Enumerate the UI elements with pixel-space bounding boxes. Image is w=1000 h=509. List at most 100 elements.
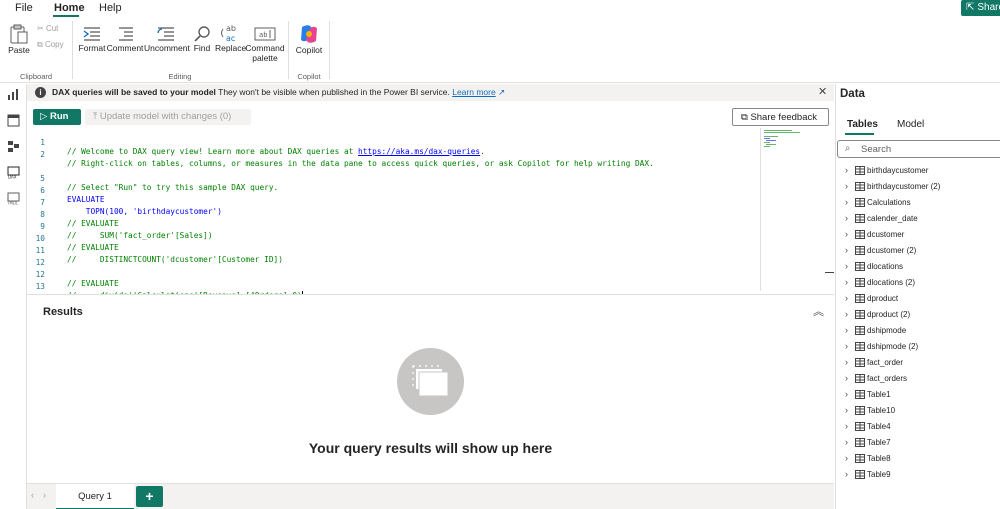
table-list-item[interactable]: › dcustomer [836,227,1000,243]
chevron-right-icon[interactable]: › [845,421,848,431]
dax-query-view-icon[interactable]: DAX [7,166,20,179]
table-list-item[interactable]: › Table4 [836,419,1000,435]
table-view-icon[interactable] [7,114,20,127]
command-palette-icon: ab [254,27,276,41]
search-input[interactable]: ⌕ Search [837,140,1000,158]
chevron-right-icon[interactable]: › [845,197,848,207]
table-icon [855,422,865,431]
comment-button[interactable]: Comment [106,25,144,53]
chevron-right-icon[interactable]: › [845,165,848,175]
table-name: Table7 [867,438,891,447]
menu-help[interactable]: Help [99,2,122,14]
format-button[interactable]: Format [78,25,106,53]
code-line: 7 TOPN(100, 'birthdaycustomer') [40,198,222,216]
chevron-right-icon[interactable]: › [845,469,848,479]
chevron-right-icon[interactable]: › [845,325,848,335]
tab-model[interactable]: Model [897,119,924,130]
share-button[interactable]: ⇱Share [961,0,1000,16]
table-list-item[interactable]: › birthdaycustomer [836,163,1000,179]
table-list-item[interactable]: › Calculations [836,195,1000,211]
run-button[interactable]: ▷ Run [33,109,81,125]
table-list-item[interactable]: › dproduct [836,291,1000,307]
chevron-right-icon[interactable]: › [845,229,848,239]
table-list-item[interactable]: › fact_orders [836,371,1000,387]
tab-scroll-left-icon[interactable]: ‹ [31,490,34,500]
share-feedback-button[interactable]: ⧉ Share feedback [732,108,829,126]
code-line: 10 // EVALUATE [35,234,119,252]
chevron-right-icon[interactable]: › [845,341,848,351]
table-list-item[interactable]: › Table1 [836,387,1000,403]
tab-query-1[interactable]: Query 1 [56,484,134,509]
find-button[interactable]: Find [190,25,214,53]
report-view-icon[interactable] [7,88,20,101]
copy-button[interactable]: ⧉ Copy [37,40,64,50]
tmdl-view-icon[interactable]: TMDL [7,192,20,205]
menu-home[interactable]: Home [54,2,85,14]
table-icon [855,262,865,271]
model-view-icon[interactable] [7,140,20,153]
cut-button[interactable]: ✂ Cut [37,24,58,33]
chevron-right-icon[interactable]: › [845,277,848,287]
menu-file[interactable]: File [15,2,33,14]
add-query-button[interactable]: + [136,486,163,507]
copilot-button[interactable]: Copilot [294,23,324,55]
table-name: birthdaycustomer (2) [867,182,941,191]
data-pane: Data Tables Model ⌕ Search › birthdaycust… [835,84,1000,509]
chevron-right-icon[interactable]: › [845,405,848,415]
table-list-item[interactable]: › dshipmode [836,323,1000,339]
chevron-right-icon[interactable]: › [845,261,848,271]
collapse-icon[interactable]: ︽ [813,303,824,319]
code-line: 11 // DISTINCTCOUNT('dcustomer'[Customer… [35,246,283,264]
tab-tables[interactable]: Tables [847,119,878,130]
table-list-item[interactable]: › birthdaycustomer (2) [836,179,1000,195]
paste-button[interactable]: Paste [6,23,32,55]
table-icon [855,310,865,319]
copy-icon: ⧉ [37,40,43,49]
table-name: Calculations [867,198,911,207]
svg-text:DAX: DAX [8,175,17,180]
share-icon: ⇱ [966,2,975,13]
close-icon[interactable]: ✕ [818,85,827,98]
editor-minimap[interactable] [760,128,825,291]
update-model-button[interactable]: ⤒ Update model with changes (0) [85,109,251,125]
table-name: birthdaycustomer [867,166,929,175]
tab-scroll-right-icon[interactable]: › [43,490,46,500]
info-icon: i [35,87,46,98]
chevron-right-icon[interactable]: › [845,293,848,303]
code-editor[interactable]: 1 // Welcome to DAX query view! Learn mo… [27,128,760,301]
table-list-item[interactable]: › Table10 [836,403,1000,419]
table-name: Table9 [867,470,891,479]
replace-button[interactable]: ab ac Replace [215,23,246,53]
chevron-right-icon[interactable]: › [845,213,848,223]
chevron-right-icon[interactable]: › [845,437,848,447]
table-list-item[interactable]: › Table8 [836,451,1000,467]
chevron-right-icon[interactable]: › [845,389,848,399]
table-list-item[interactable]: › Table9 [836,467,1000,483]
chevron-right-icon[interactable]: › [845,373,848,383]
svg-text:ab: ab [259,31,267,39]
table-list-item[interactable]: › calender_date [836,211,1000,227]
chevron-right-icon[interactable]: › [845,357,848,367]
editing-group-label: Editing [168,72,192,81]
date-table-icon [855,214,865,223]
chevron-right-icon[interactable]: › [845,245,848,255]
info-text: They won't be visible when published in … [218,87,450,97]
info-bold-text: DAX queries will be saved to your model [52,87,216,97]
chevron-right-icon[interactable]: › [845,181,848,191]
table-list-item[interactable]: › dshipmode (2) [836,339,1000,355]
chevron-right-icon[interactable]: › [845,453,848,463]
chevron-right-icon[interactable]: › [845,309,848,319]
table-list-item[interactable]: › Table7 [836,435,1000,451]
table-icon [855,438,865,447]
table-list-item[interactable]: › dproduct (2) [836,307,1000,323]
command-palette-button[interactable]: ab Command palette [245,25,285,63]
uncomment-button[interactable]: Uncomment [144,25,190,53]
table-list-item[interactable]: › dlocations [836,259,1000,275]
svg-text:TMDL: TMDL [7,201,19,206]
table-list-item[interactable]: › dcustomer (2) [836,243,1000,259]
table-icon [855,166,865,175]
learn-more-link[interactable]: Learn more [452,87,495,97]
table-icon [855,358,865,367]
table-list-item[interactable]: › dlocations (2) [836,275,1000,291]
table-list-item[interactable]: › fact_order [836,355,1000,371]
